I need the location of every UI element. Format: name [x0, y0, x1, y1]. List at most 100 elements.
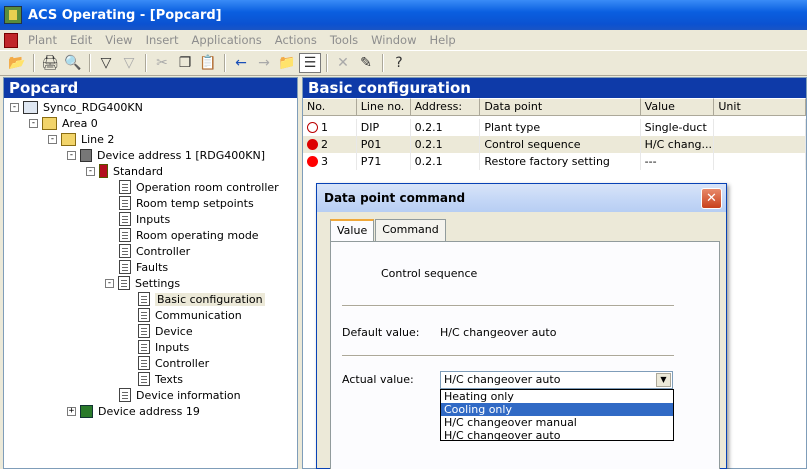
print-preview-icon[interactable]: 🔍 [62, 53, 84, 73]
filter-disabled-icon[interactable]: ▽ [118, 53, 140, 73]
standard-icon [99, 164, 108, 178]
menu-actions[interactable]: Actions [275, 33, 317, 47]
page-icon [119, 388, 131, 402]
tree-node-area[interactable]: - Area 0 [29, 115, 98, 131]
tree-node-operation-room-controller[interactable]: Operation room controller [119, 179, 279, 195]
collapse-icon[interactable]: - [29, 118, 38, 128]
list-view-icon[interactable]: ☰ [299, 53, 321, 73]
line-icon [61, 132, 76, 146]
tree-node-basic-configuration[interactable]: Basic configuration [138, 291, 265, 307]
tab-value[interactable]: Value [330, 219, 375, 242]
forward-icon[interactable]: → [253, 53, 275, 73]
tree-node-device-information[interactable]: Device information [119, 387, 241, 403]
collapse-icon[interactable]: - [86, 166, 95, 176]
option-cooling-only[interactable]: Cooling only [441, 403, 673, 416]
collapse-icon[interactable]: - [67, 150, 76, 160]
tree-node-device-19[interactable]: + Device address 19 [67, 403, 200, 419]
menu-plant[interactable]: Plant [28, 33, 57, 47]
table-row[interactable]: 3 P71 0.2.1 Restore factory setting --- [303, 153, 806, 170]
back-icon[interactable]: ← [230, 53, 252, 73]
menu-view[interactable]: View [105, 33, 132, 47]
properties-icon[interactable]: ✎ [355, 53, 377, 73]
cell-address: 0.2.1 [411, 119, 481, 136]
tree-node-device[interactable]: Device [138, 323, 193, 339]
tree-label: Line 2 [81, 132, 115, 146]
copy-icon[interactable]: ❐ [174, 53, 196, 73]
table-row[interactable]: 2 P01 0.2.1 Control sequence H/C chang..… [303, 136, 806, 153]
cell-line: DIP [357, 119, 411, 136]
page-icon [119, 196, 131, 210]
collapse-icon[interactable]: - [48, 134, 57, 144]
option-heating-only[interactable]: Heating only [441, 390, 673, 403]
tree-label: Device address 19 [98, 404, 200, 418]
data-point-command-dialog: Data point command ✕ Value Command Contr… [316, 183, 727, 469]
actual-value-select[interactable]: H/C changeover auto ▼ [440, 371, 673, 389]
page-icon [138, 340, 150, 354]
cell-address: 0.2.1 [411, 153, 481, 170]
tree-node-room-operating-mode[interactable]: Room operating mode [119, 227, 259, 243]
tree-node-faults[interactable]: Faults [119, 259, 168, 275]
tree-node-settings[interactable]: - Settings [105, 275, 180, 291]
cut-icon[interactable]: ✂ [151, 53, 173, 73]
tree-label: Device [155, 324, 193, 338]
column-header-address[interactable]: Address: [410, 98, 481, 116]
page-icon [138, 324, 150, 338]
cell-line: P71 [357, 153, 411, 170]
table-row[interactable]: 1 DIP 0.2.1 Plant type Single-duct [303, 119, 806, 136]
popcard-tree-panel: Popcard - Synco_RDG400KN - Area 0 - Line… [3, 77, 298, 469]
close-icon[interactable]: ✕ [701, 188, 722, 209]
open-folder-icon[interactable]: 📂 [6, 53, 28, 73]
toolbar-separator [326, 54, 328, 72]
menu-help[interactable]: Help [430, 33, 456, 47]
tree-node-texts[interactable]: Texts [138, 371, 183, 387]
folder-up-icon[interactable]: 📁 [276, 53, 298, 73]
tree-label: Standard [113, 164, 164, 178]
cell-data-point: Control sequence [480, 136, 641, 153]
grid-header-title: Basic configuration [303, 78, 806, 98]
tree-node-controller[interactable]: Controller [119, 243, 190, 259]
column-header-data-point[interactable]: Data point [480, 98, 641, 116]
tree-node-inputs[interactable]: Inputs [119, 211, 170, 227]
document-icon[interactable] [4, 32, 18, 48]
tree-node-root[interactable]: - Synco_RDG400KN [10, 99, 143, 115]
menu-edit[interactable]: Edit [70, 33, 92, 47]
menu-insert[interactable]: Insert [146, 33, 179, 47]
paste-icon[interactable]: 📋 [197, 53, 219, 73]
collapse-icon[interactable]: - [10, 102, 19, 112]
option-hc-changeover-manual[interactable]: H/C changeover manual [441, 416, 673, 429]
column-header-unit[interactable]: Unit [714, 98, 806, 116]
collapse-icon[interactable]: - [105, 278, 114, 288]
menu-applications[interactable]: Applications [192, 33, 262, 47]
column-header-line-no[interactable]: Line no. [356, 98, 411, 116]
tab-command[interactable]: Command [375, 219, 446, 241]
column-header-value[interactable]: Value [640, 98, 715, 116]
tree-label: Operation room controller [136, 180, 279, 194]
tree-node-room-temp-setpoints[interactable]: Room temp setpoints [119, 195, 254, 211]
tree-label: Device information [136, 388, 241, 402]
column-header-no[interactable]: No. [303, 98, 357, 116]
tree-node-standard[interactable]: - Standard [86, 163, 163, 179]
print-icon[interactable]: 🖨 [39, 53, 61, 73]
cell-no: 3 [303, 153, 357, 170]
page-icon [138, 372, 150, 386]
default-value-label: Default value: [342, 326, 420, 339]
page-icon [119, 180, 131, 194]
cell-data-point: Restore factory setting [480, 153, 641, 170]
actual-value-selected: H/C changeover auto [444, 373, 561, 386]
option-hc-changeover-auto[interactable]: H/C changeover auto [441, 429, 673, 442]
chevron-down-icon[interactable]: ▼ [656, 373, 671, 387]
expand-icon[interactable]: + [67, 406, 76, 416]
delete-icon[interactable]: ✕ [332, 53, 354, 73]
device-icon [80, 148, 92, 162]
tree-node-communication[interactable]: Communication [138, 307, 242, 323]
data-point-caption: Control sequence [381, 267, 478, 280]
tree-node-line[interactable]: - Line 2 [48, 131, 114, 147]
tree-label: Synco_RDG400KN [43, 100, 143, 114]
tree-node-settings-inputs[interactable]: Inputs [138, 339, 189, 355]
tree-node-device-1[interactable]: - Device address 1 [RDG400KN] [67, 147, 265, 163]
help-icon[interactable]: ? [388, 53, 410, 73]
menu-window[interactable]: Window [371, 33, 416, 47]
filter-icon[interactable]: ▽ [95, 53, 117, 73]
tree-node-settings-controller[interactable]: Controller [138, 355, 209, 371]
menu-tools[interactable]: Tools [330, 33, 358, 47]
